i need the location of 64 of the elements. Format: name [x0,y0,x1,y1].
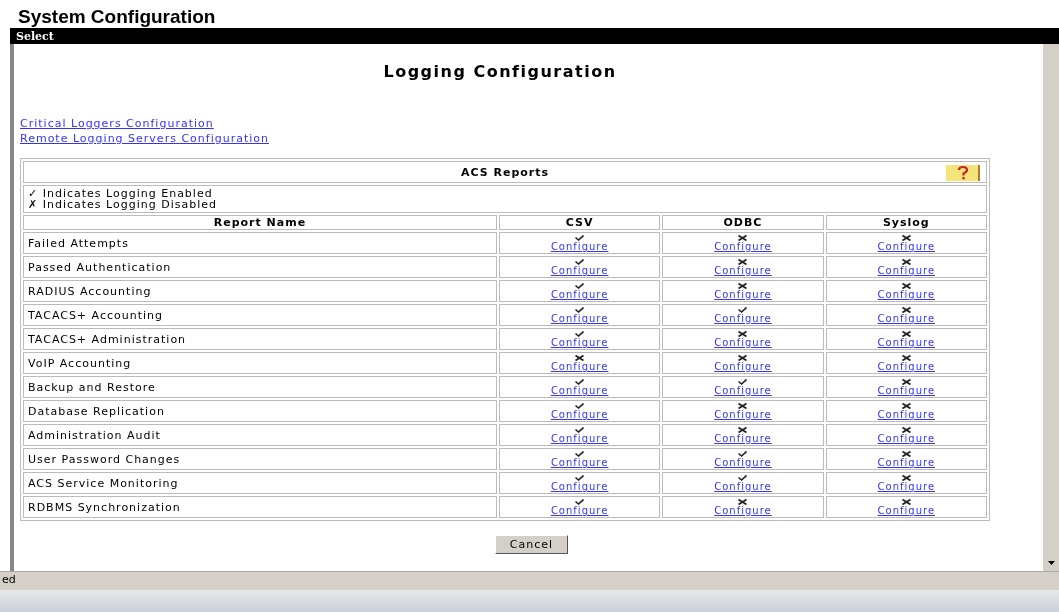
configure-link[interactable]: Configure [550,409,609,420]
page-heading: Logging Configuration [382,62,618,81]
config-link[interactable]: Critical Loggers Configuration [20,116,214,131]
configure-link[interactable]: Configure [714,361,772,372]
configure-link[interactable]: Configure [877,265,936,276]
report-name-cell: ACS Service Monitoring [23,472,497,494]
configure-link[interactable]: Configure [714,409,772,420]
column-header: CSV [498,215,661,230]
report-name-cell: Failed Attempts [23,232,497,254]
configure-link[interactable]: Configure [550,457,609,468]
configure-link[interactable]: Configure [714,433,772,444]
report-name-cell: User Password Changes [23,448,497,470]
configure-link[interactable]: Configure [550,361,609,372]
report-name-cell: Backup and Restore [23,376,497,398]
configure-link[interactable]: Configure [877,409,936,420]
report-name-cell: Database Replication [23,400,497,422]
configure-link[interactable]: Configure [877,481,936,492]
configure-link[interactable]: Configure [714,313,772,324]
configure-link[interactable]: Configure [714,337,772,348]
report-name-cell: TACACS+ Administration [23,328,497,350]
configure-link[interactable]: Configure [714,385,772,396]
configure-link[interactable]: Configure [714,241,772,252]
configure-link[interactable]: Configure [550,289,609,300]
configure-link[interactable]: Configure [714,505,772,516]
report-name-cell: Administration Audit [23,424,497,446]
legend-item: ✓ Indicates Logging Enabled [28,188,213,199]
report-name-cell: Passed Authentication [23,256,497,278]
horizontal-scrollbar[interactable] [0,590,1059,612]
help-icon[interactable] [946,165,980,181]
column-header: Syslog [825,215,987,230]
report-name-cell: RADIUS Accounting [23,280,497,302]
configure-link[interactable]: Configure [877,337,936,348]
configure-link[interactable]: Configure [877,457,936,468]
configure-link[interactable]: Configure [714,265,772,276]
column-header: Report Name [23,215,497,230]
config-link[interactable]: Remote Logging Servers Configuration [20,131,269,146]
configure-link[interactable]: Configure [550,241,609,252]
configure-link[interactable]: Configure [714,457,772,468]
configure-link[interactable]: Configure [550,433,609,444]
configure-link[interactable]: Configure [550,265,609,276]
legend-item: ✗ Indicates Logging Disabled [28,199,218,210]
configure-link[interactable]: Configure [714,481,772,492]
column-header: ODBC [662,215,824,230]
frame-title-bar: Select [10,28,1059,44]
configure-link[interactable]: Configure [877,361,936,372]
configure-link[interactable]: Configure [877,433,936,444]
configure-link[interactable]: Configure [877,313,936,324]
cancel-button[interactable]: Cancel [494,535,569,554]
configure-link[interactable]: Configure [877,241,936,252]
configure-link[interactable]: Configure [550,337,609,348]
configure-link[interactable]: Configure [877,289,936,300]
configure-link[interactable]: Configure [550,385,609,396]
report-name-cell: TACACS+ Accounting [23,304,497,326]
report-name-cell: VoIP Accounting [23,352,497,374]
table-title: ACS Reports [460,165,550,179]
configure-link[interactable]: Configure [714,289,772,300]
configure-link[interactable]: Configure [877,385,936,396]
report-name-cell: RDBMS Synchronization [23,496,497,518]
configure-link[interactable]: Configure [877,505,936,516]
configure-link[interactable]: Configure [550,481,609,492]
page-title: System Configuration [17,5,217,28]
status-text: ed [2,573,16,586]
configure-link[interactable]: Configure [550,313,609,324]
configure-link[interactable]: Configure [550,505,609,516]
